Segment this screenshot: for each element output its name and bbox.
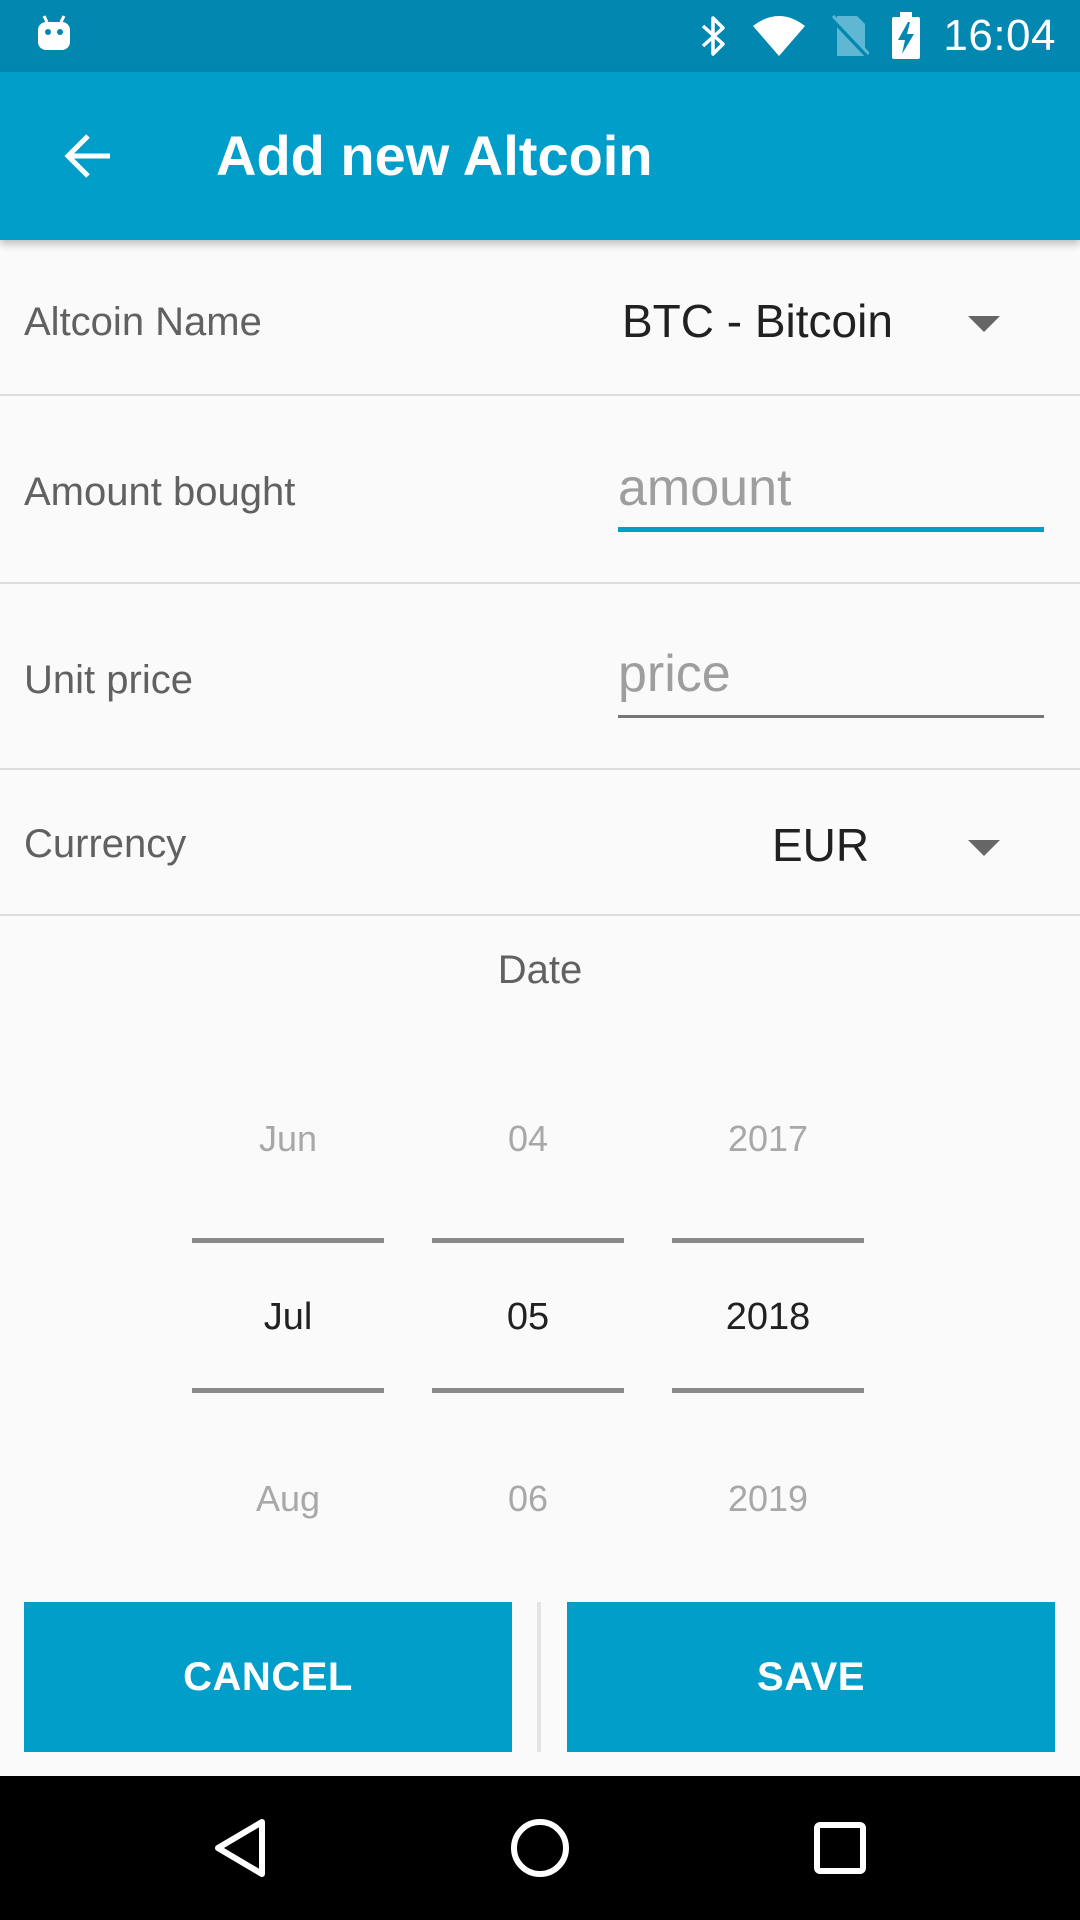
- picker-divider: [192, 1388, 384, 1393]
- year-picker[interactable]: 2017 2018 2019: [672, 1100, 864, 1580]
- month-picker[interactable]: Jun Jul Aug: [192, 1100, 384, 1580]
- cancel-button[interactable]: CANCEL: [24, 1602, 512, 1752]
- amount-row: Amount bought amount: [0, 398, 1080, 584]
- unit-price-row: Unit price price: [0, 584, 1080, 770]
- button-divider: [537, 1602, 541, 1752]
- year-prev[interactable]: 2017: [672, 1118, 864, 1160]
- amount-placeholder: amount: [618, 459, 792, 517]
- picker-divider: [672, 1388, 864, 1393]
- month-selected[interactable]: Jul: [192, 1296, 384, 1339]
- day-next[interactable]: 06: [432, 1478, 624, 1520]
- circle-home-icon: [511, 1819, 569, 1877]
- altcoin-name-dropdown[interactable]: BTC - Bitcoin: [600, 260, 1080, 370]
- currency-row: Currency EUR: [0, 770, 1080, 916]
- month-next[interactable]: Aug: [192, 1478, 384, 1520]
- amount-underline: [618, 527, 1044, 532]
- altcoin-name-value: BTC - Bitcoin: [622, 295, 893, 347]
- picker-divider: [432, 1388, 624, 1393]
- dropdown-arrow-icon: [968, 840, 1000, 856]
- year-selected[interactable]: 2018: [672, 1296, 864, 1339]
- currency-value: EUR: [772, 819, 870, 871]
- picker-divider: [672, 1238, 864, 1243]
- page-title: Add new Altcoin: [216, 124, 653, 187]
- day-selected[interactable]: 05: [432, 1296, 624, 1339]
- year-next[interactable]: 2019: [672, 1478, 864, 1520]
- no-sim-icon: [829, 14, 870, 58]
- app-bar: Add new Altcoin: [0, 72, 1080, 240]
- amount-input[interactable]: amount: [618, 452, 1044, 532]
- day-prev[interactable]: 04: [432, 1118, 624, 1160]
- day-picker[interactable]: 04 05 06: [432, 1100, 624, 1580]
- wifi-icon: [751, 14, 807, 58]
- battery-charging-icon: [891, 12, 921, 60]
- android-icon: [36, 14, 72, 54]
- back-button[interactable]: [40, 108, 136, 204]
- save-button[interactable]: SAVE: [567, 1602, 1055, 1752]
- square-recents-icon: [814, 1822, 866, 1874]
- bluetooth-icon: [699, 14, 729, 58]
- unit-price-placeholder: price: [618, 645, 731, 703]
- nav-back-button[interactable]: [190, 1798, 290, 1898]
- arrow-back-icon: [64, 134, 110, 178]
- unit-price-label: Unit price: [24, 658, 193, 702]
- altcoin-name-label: Altcoin Name: [24, 300, 262, 344]
- status-time: 16:04: [943, 11, 1056, 60]
- triangle-back-icon: [215, 1819, 265, 1877]
- picker-divider: [192, 1238, 384, 1243]
- currency-label: Currency: [24, 822, 187, 866]
- dropdown-arrow-icon: [968, 316, 1000, 332]
- date-label: Date: [497, 948, 583, 992]
- unit-price-input[interactable]: price: [618, 638, 1044, 718]
- month-prev[interactable]: Jun: [192, 1118, 384, 1160]
- picker-divider: [432, 1238, 624, 1243]
- currency-dropdown[interactable]: EUR: [740, 784, 1080, 894]
- unit-price-underline: [618, 715, 1044, 718]
- status-bar: 16:04: [0, 0, 1080, 72]
- nav-recents-button[interactable]: [790, 1798, 890, 1898]
- nav-home-button[interactable]: [490, 1798, 590, 1898]
- amount-label: Amount bought: [24, 470, 296, 514]
- altcoin-name-row: Altcoin Name BTC - Bitcoin: [0, 240, 1080, 396]
- navigation-bar: [0, 1776, 1080, 1920]
